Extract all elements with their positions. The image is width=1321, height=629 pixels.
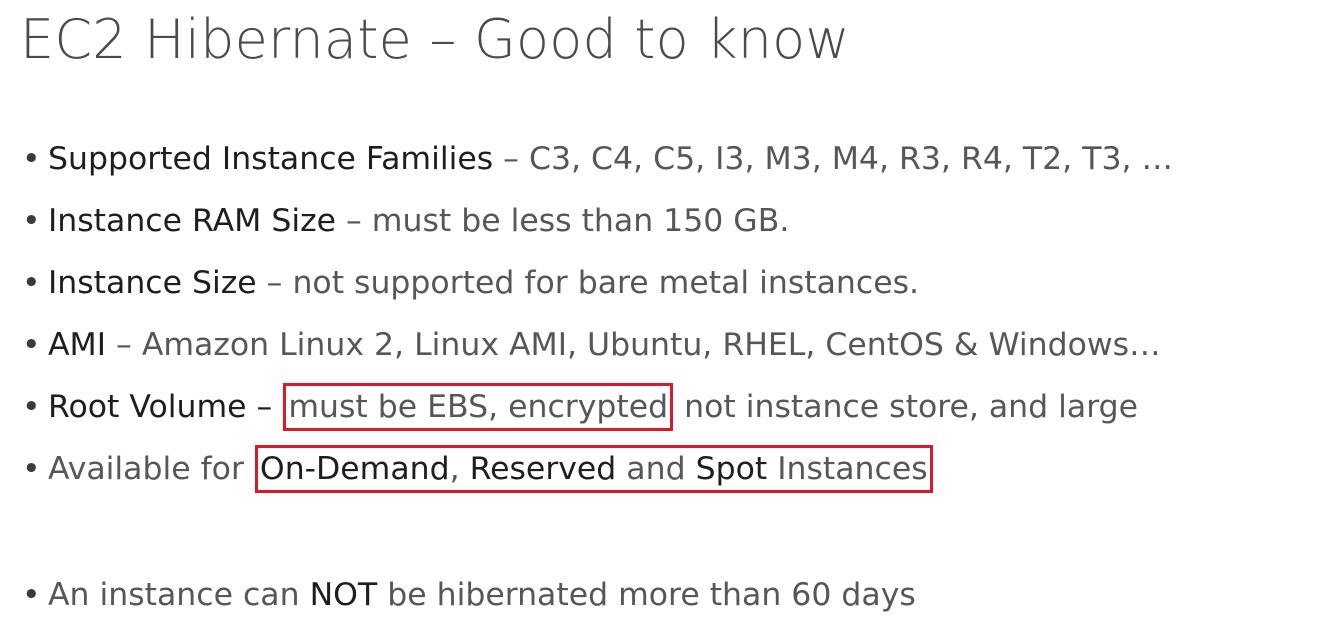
- emphasis-not: NOT: [309, 577, 378, 613]
- bullet-separator: –: [256, 265, 293, 301]
- term-conjunction: and: [616, 451, 696, 487]
- bullet-icon: •: [22, 389, 41, 425]
- bullet-separator: –: [106, 327, 142, 363]
- term-suffix: Instances: [767, 451, 928, 487]
- bullet-ami: • AMI – Amazon Linux 2, Linux AMI, Ubunt…: [22, 314, 1173, 376]
- bullet-term: Root Volume: [48, 389, 247, 425]
- bullet-description: Amazon Linux 2, Linux AMI, Ubuntu, RHEL,…: [141, 327, 1161, 363]
- bullet-icon: •: [22, 577, 41, 613]
- bullet-root-volume: • Root Volume – must be EBS, encrypted n…: [22, 376, 1173, 438]
- bullet-separator: –: [336, 203, 372, 239]
- bullet-icon: •: [22, 203, 41, 239]
- term-reserved: Reserved: [469, 451, 617, 487]
- bullet-icon: •: [22, 451, 41, 487]
- bullet-description: must be less than 150 GB.: [371, 203, 790, 239]
- bullet-term: Supported Instance Families: [48, 141, 494, 177]
- highlight-box-instance-types: On-Demand, Reserved and Spot Instances: [254, 445, 933, 493]
- highlight-box-root-volume: must be EBS, encrypted: [283, 383, 674, 431]
- bullet-prefix: An instance can: [48, 577, 310, 613]
- bullet-instance-families: • Supported Instance Families – C3, C4, …: [22, 128, 1173, 190]
- bullet-term: Instance RAM Size: [48, 203, 337, 239]
- bullet-ram-size: • Instance RAM Size – must be less than …: [22, 190, 1173, 252]
- bullet-description: not supported for bare metal instances.: [292, 265, 920, 301]
- bullet-hibernation-limit: • An instance can NOT be hibernated more…: [22, 564, 1173, 626]
- slide-title: EC2 Hibernate – Good to know: [20, 8, 850, 71]
- bullet-prefix: Available for: [48, 451, 254, 487]
- bullet-icon: •: [22, 327, 41, 363]
- bullet-list: • Supported Instance Families – C3, C4, …: [22, 128, 1173, 626]
- bullet-term: Instance Size: [48, 265, 257, 301]
- bullet-availability: • Available for On-Demand, Reserved and …: [22, 438, 1173, 500]
- bullet-description: be hibernated more than 60 days: [377, 577, 916, 613]
- bullet-separator: –: [493, 141, 529, 177]
- term-on-demand: On-Demand: [259, 451, 450, 487]
- term-spot: Spot: [695, 451, 768, 487]
- bullet-instance-size: • Instance Size – not supported for bare…: [22, 252, 1173, 314]
- bullet-term: AMI: [48, 327, 107, 363]
- slide: EC2 Hibernate – Good to know • Supported…: [0, 0, 1321, 629]
- bullet-description: C3, C4, C5, I3, M3, M4, R3, R4, T2, T3, …: [528, 141, 1174, 177]
- bullet-description: not instance store, and large: [674, 389, 1138, 425]
- bullet-separator: –: [246, 389, 283, 425]
- term-separator: ,: [449, 451, 470, 487]
- bullet-icon: •: [22, 141, 41, 177]
- bullet-icon: •: [22, 265, 41, 301]
